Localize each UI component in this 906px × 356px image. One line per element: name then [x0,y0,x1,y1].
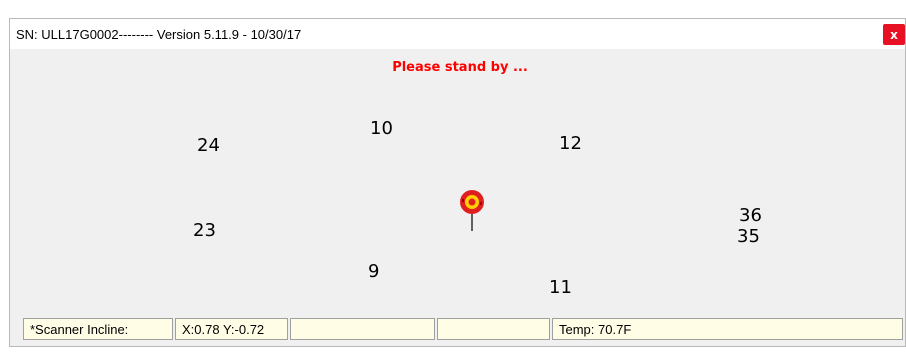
target-number: 24 [197,135,220,156]
target-number: 35 [737,226,760,247]
target-number: 11 [549,277,572,298]
status-bar: *Scanner Incline: X:0.78 Y:-0.72 Temp: 7… [23,318,903,342]
target-number: 23 [193,220,216,241]
status-cell-empty [437,318,550,340]
temperature-readout: Temp: 70.7F [552,318,903,340]
status-cell-empty [290,318,435,340]
window-title: SN: ULL17G0002-------- Version 5.11.9 - … [16,27,302,42]
bullseye-target-icon [457,189,487,233]
close-button[interactable]: x [883,24,905,45]
scan-view: Please stand by ... 24 10 12 23 36 35 9 … [15,50,905,315]
close-icon: x [890,27,898,42]
status-message: Please stand by ... [392,60,528,75]
scanner-window: SN: ULL17G0002-------- Version 5.11.9 - … [9,18,906,347]
target-number: 9 [368,261,380,282]
scanner-incline-label: *Scanner Incline: [23,318,173,340]
target-number: 36 [739,205,762,226]
incline-xy-readout: X:0.78 Y:-0.72 [175,318,288,340]
target-number: 10 [370,118,393,139]
title-bar[interactable]: SN: ULL17G0002-------- Version 5.11.9 - … [10,19,905,49]
target-number: 12 [559,133,582,154]
